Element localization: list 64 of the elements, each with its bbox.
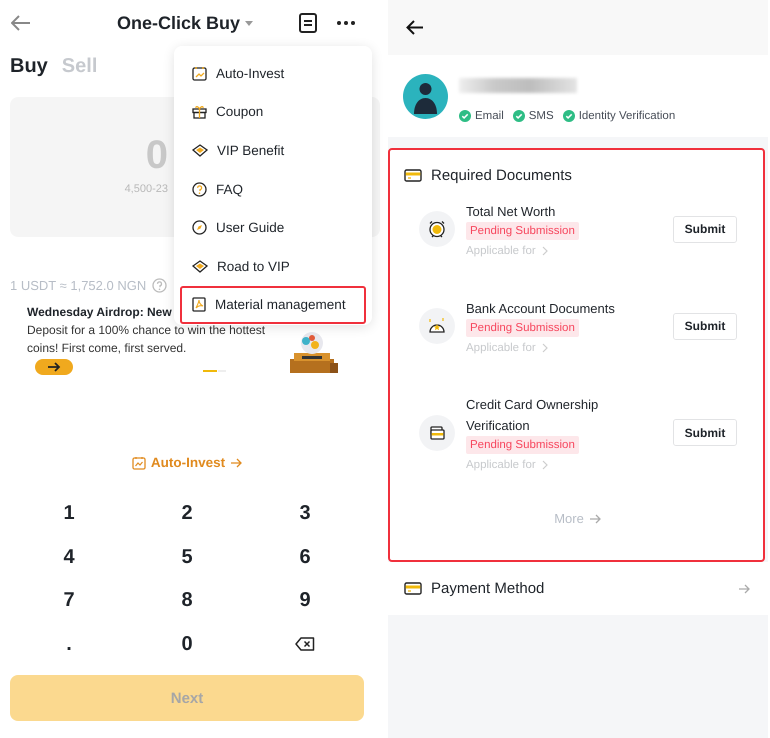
compass-icon (192, 220, 207, 236)
gift-icon (192, 104, 207, 120)
arrow-right-icon (230, 458, 242, 468)
submit-button[interactable]: Submit (673, 216, 737, 242)
menu-item[interactable]: VIP Benefit (180, 131, 366, 170)
arrow-right-icon (588, 514, 601, 524)
orders-icon[interactable] (299, 13, 318, 33)
submit-button[interactable]: Submit (673, 312, 737, 340)
payment-method-row[interactable]: Payment Method (388, 562, 768, 615)
cards-icon (419, 414, 455, 450)
calendar-chart-icon (192, 66, 207, 81)
keypad-key[interactable]: . (10, 622, 128, 666)
card-icon (404, 582, 422, 595)
chevron-right-icon (542, 343, 548, 353)
banner-text: Deposit for a 100% chance to win the hottest coins! First come, first served. (27, 322, 266, 357)
amount-range: 4,500-23 (124, 183, 168, 195)
back-arrow-icon[interactable] (406, 20, 424, 35)
keypad-key[interactable]: 4 (10, 536, 128, 579)
arrow-button[interactable] (35, 359, 73, 375)
keypad-key[interactable]: 3 (246, 492, 364, 536)
question-icon (192, 182, 207, 197)
alarm-clock-icon (419, 211, 455, 247)
status-badge: Pending Submission (466, 222, 579, 240)
keypad-key[interactable]: 0 (128, 622, 246, 666)
caret-icon[interactable] (245, 20, 254, 26)
menu-item[interactable]: User Guide (180, 208, 366, 247)
card-icon (404, 168, 422, 182)
verification-label: Identity Verification (578, 110, 676, 122)
keypad-key[interactable]: 1 (10, 492, 128, 536)
menu-item[interactable]: Auto-Invest (180, 54, 366, 93)
section-title: Required Documents (431, 166, 572, 184)
document-title: Total Net Worth (466, 203, 556, 221)
backspace-icon[interactable] (295, 637, 315, 652)
verification-label: SMS (528, 110, 554, 122)
pdf-icon (192, 297, 206, 312)
exchange-rate: 1 USDT ≈ 1,752.0 NGN (10, 278, 146, 292)
keypad-key[interactable]: 7 (10, 579, 128, 622)
document-title: Bank Account Documents (466, 300, 616, 318)
keypad-key[interactable]: 5 (128, 536, 246, 579)
keypad-key[interactable]: 9 (246, 579, 364, 622)
chart-calendar-icon (132, 456, 146, 470)
arrow-right-icon (738, 584, 750, 594)
menu-item[interactable]: Road to VIP (180, 246, 366, 286)
diamond-icon (192, 142, 208, 158)
menu-item[interactable]: Coupon (180, 92, 366, 132)
submit-button[interactable]: Submit (673, 419, 737, 446)
chevron-right-icon (542, 460, 548, 470)
more-icon[interactable] (337, 21, 356, 25)
status-badge: Pending Submission (466, 319, 579, 337)
keypad-key[interactable]: 8 (128, 579, 246, 622)
status-badge: Pending Submission (466, 436, 579, 454)
page-title[interactable]: One-Click Buy (117, 12, 240, 34)
menu-item[interactable]: Material management (180, 286, 366, 324)
document-title: Credit Card Ownership Verification (466, 396, 600, 435)
chevron-right-icon (542, 246, 548, 256)
banner-title: Wednesday Airdrop: New (27, 304, 172, 321)
avatar (403, 74, 448, 119)
tab[interactable]: Buy (10, 54, 48, 78)
arrow-right-icon (47, 362, 61, 372)
keypad-key[interactable]: 6 (246, 536, 364, 579)
diamond-icon (192, 258, 208, 274)
keypad-key[interactable]: 2 (128, 492, 246, 536)
menu-item[interactable]: FAQ (180, 170, 366, 208)
verification-label: Email (475, 110, 504, 122)
